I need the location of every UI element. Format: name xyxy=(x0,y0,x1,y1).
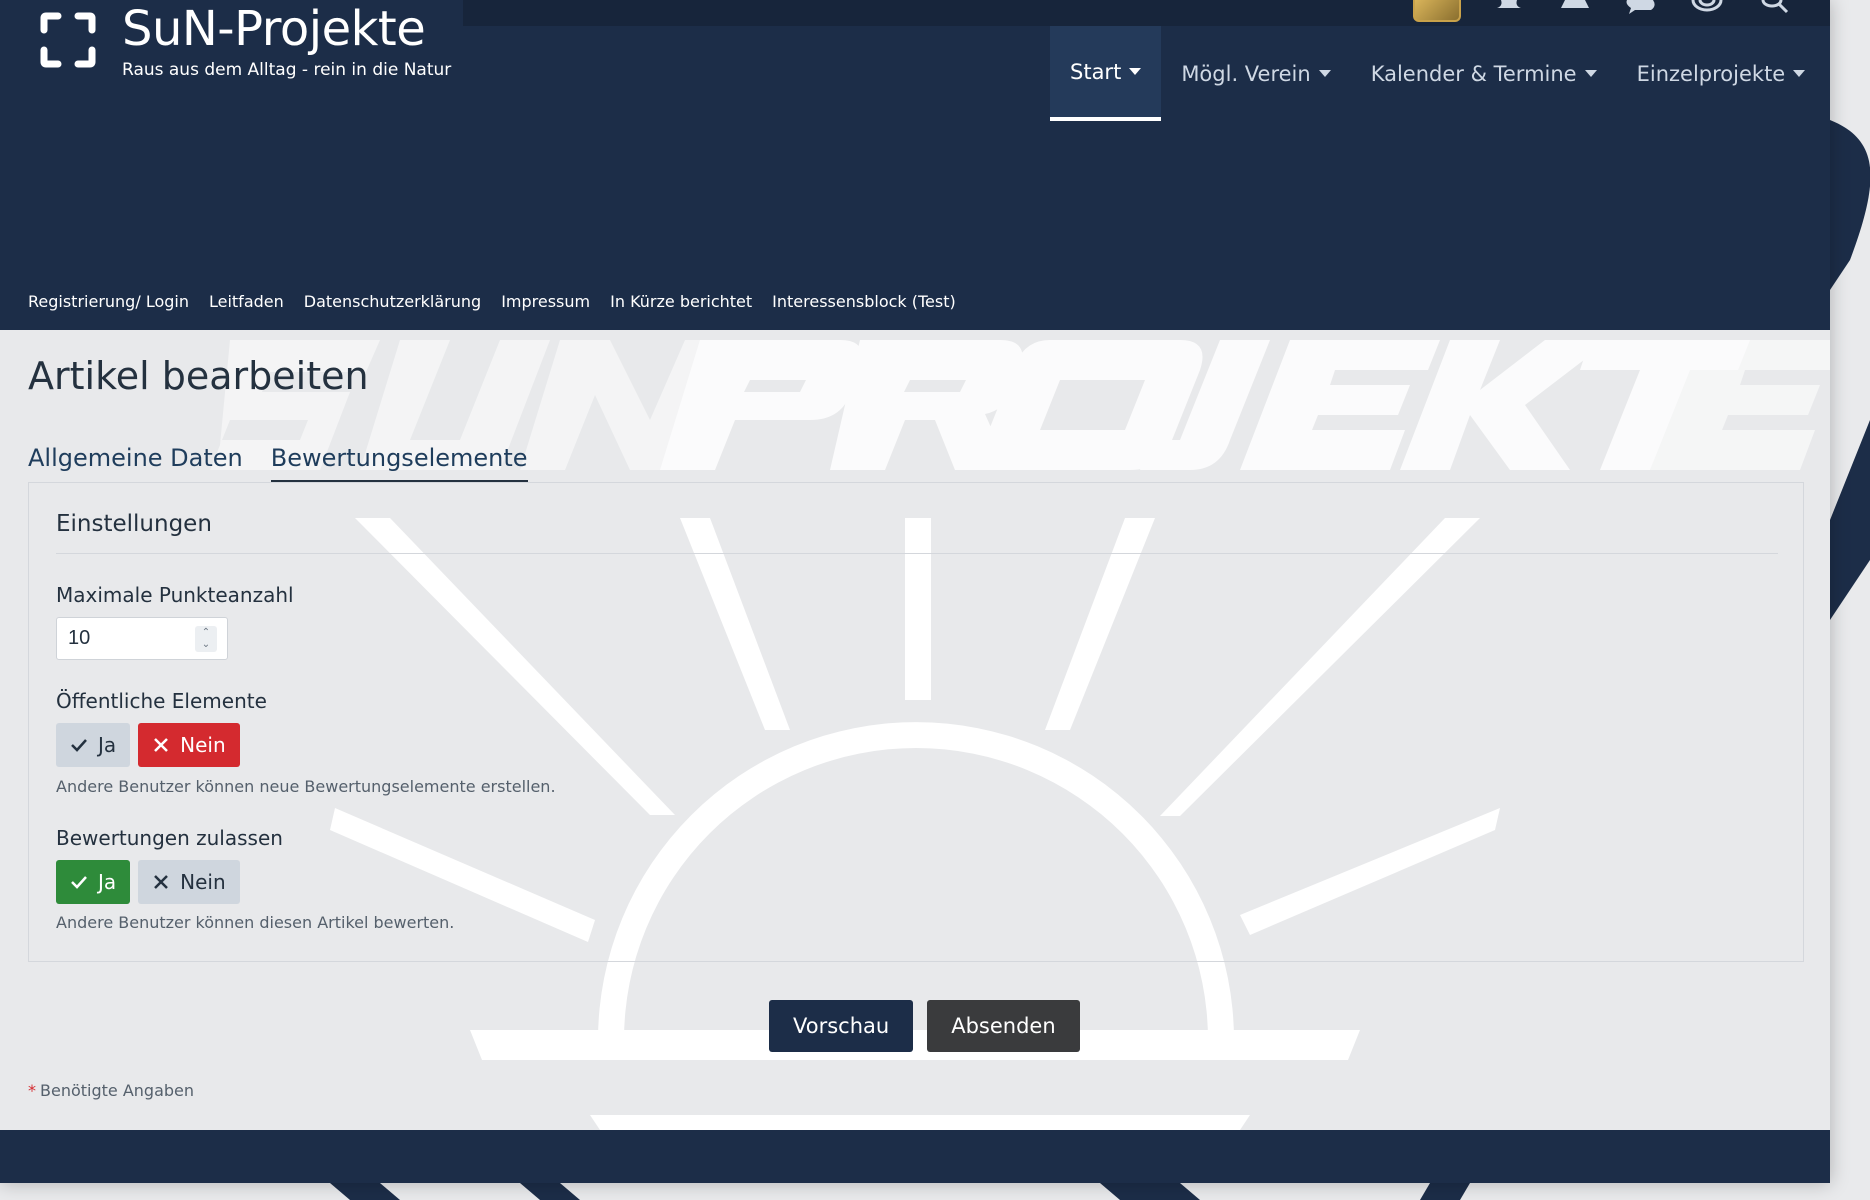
search-icon[interactable] xyxy=(1755,0,1791,20)
site-header: SuN-Projekte Raus aus dem Alltag - rein … xyxy=(0,0,1830,122)
public-elements-no-button[interactable]: Nein xyxy=(138,723,240,767)
check-icon xyxy=(71,876,87,889)
ratings-yes-button[interactable]: Ja xyxy=(56,860,131,904)
required-note: * Benötigte Angaben xyxy=(28,1081,194,1100)
main-content: Artikel bearbeiten Allgemeine Daten Bewe… xyxy=(0,330,1830,1130)
nav-item-label: Start xyxy=(1070,59,1122,84)
nav-item-label: Kalender & Termine xyxy=(1370,61,1577,86)
required-note-text: Benötigte Angaben xyxy=(40,1081,195,1100)
subnav-item-impressum[interactable]: Impressum xyxy=(501,292,590,311)
avatar-icon[interactable] xyxy=(1413,0,1461,22)
chevron-down-icon xyxy=(1318,70,1331,77)
close-icon xyxy=(154,875,169,889)
expand-logo-icon[interactable] xyxy=(40,12,96,68)
divider xyxy=(56,553,1778,554)
subnav-item-leitfaden[interactable]: Leitfaden xyxy=(209,292,284,311)
target-icon[interactable] xyxy=(1689,0,1725,20)
bell-icon[interactable] xyxy=(1491,0,1527,20)
ratings-no-button[interactable]: Nein xyxy=(138,860,240,904)
main-nav: Start Mögl. Verein Kalender & Termine Ei… xyxy=(1050,26,1825,121)
chevron-down-icon xyxy=(1793,70,1806,77)
ratings-hint: Andere Benutzer können diesen Artikel be… xyxy=(56,913,455,932)
max-points-label: Maximale Punkteanzahl xyxy=(56,583,294,607)
warning-icon[interactable] xyxy=(1557,0,1593,20)
tab-general-data[interactable]: Allgemeine Daten xyxy=(28,444,243,482)
subnav-item-kurz-berichtet[interactable]: In Kürze berichtet xyxy=(610,292,752,311)
nav-item-label: Einzelprojekte xyxy=(1636,61,1786,86)
preview-button[interactable]: Vorschau xyxy=(769,1000,914,1052)
button-label: Ja xyxy=(98,733,117,757)
sub-nav: Registrierung/ Login Leitfaden Datenschu… xyxy=(28,292,956,311)
required-asterisk: * xyxy=(28,1081,36,1100)
panel-title: Einstellungen xyxy=(56,511,212,537)
nav-item-einzelprojekte[interactable]: Einzelprojekte xyxy=(1617,26,1826,121)
close-icon xyxy=(154,738,169,752)
tab-rating-elements[interactable]: Bewertungselemente xyxy=(270,444,528,482)
button-label: Nein xyxy=(180,733,226,757)
public-elements-toggle: Ja Nein xyxy=(56,723,240,767)
ratings-label: Bewertungen zulassen xyxy=(56,826,283,850)
public-elements-hint: Andere Benutzer können neue Bewertungsel… xyxy=(56,777,556,796)
nav-item-kalender[interactable]: Kalender & Termine xyxy=(1351,26,1617,121)
public-elements-label: Öffentliche Elemente xyxy=(56,689,267,713)
subnav-item-datenschutz[interactable]: Datenschutzerklärung xyxy=(304,292,481,311)
subnav-item-interessensblock[interactable]: Interessensblock (Test) xyxy=(772,292,956,311)
form-actions: Vorschau Absenden xyxy=(769,1000,1080,1052)
submit-button[interactable]: Absenden xyxy=(927,1000,1080,1052)
subnav-item-login[interactable]: Registrierung/ Login xyxy=(28,292,189,311)
button-label: Nein xyxy=(180,870,226,894)
max-points-value: 10 xyxy=(68,627,91,649)
nav-item-label: Mögl. Verein xyxy=(1181,61,1311,86)
chevron-down-icon xyxy=(1129,68,1142,75)
button-label: Ja xyxy=(98,870,117,894)
ratings-toggle: Ja Nein xyxy=(56,860,240,904)
nav-item-verein[interactable]: Mögl. Verein xyxy=(1161,26,1350,121)
page-title: Artikel bearbeiten xyxy=(28,354,369,398)
site-title[interactable]: SuN-Projekte xyxy=(122,0,426,58)
top-icon-bar xyxy=(1413,0,1791,22)
nav-item-start[interactable]: Start xyxy=(1050,26,1162,121)
chevron-up-icon[interactable]: ⌃ xyxy=(202,628,210,638)
app-frame: SuN-Projekte Raus aus dem Alltag - rein … xyxy=(0,0,1830,1183)
chat-icon[interactable] xyxy=(1623,0,1659,20)
max-points-input[interactable]: 10 ⌃ ⌄ xyxy=(56,617,228,660)
site-tagline: Raus aus dem Alltag - rein in die Natur xyxy=(122,60,452,80)
settings-panel: Einstellungen Maximale Punkteanzahl 10 ⌃… xyxy=(28,482,1804,962)
chevron-down-icon[interactable]: ⌄ xyxy=(202,640,210,650)
chevron-down-icon xyxy=(1584,70,1597,77)
check-icon xyxy=(71,739,87,752)
number-spinner[interactable]: ⌃ ⌄ xyxy=(195,626,217,652)
tab-bar: Allgemeine Daten Bewertungselemente xyxy=(28,444,528,482)
public-elements-yes-button[interactable]: Ja xyxy=(56,723,131,767)
